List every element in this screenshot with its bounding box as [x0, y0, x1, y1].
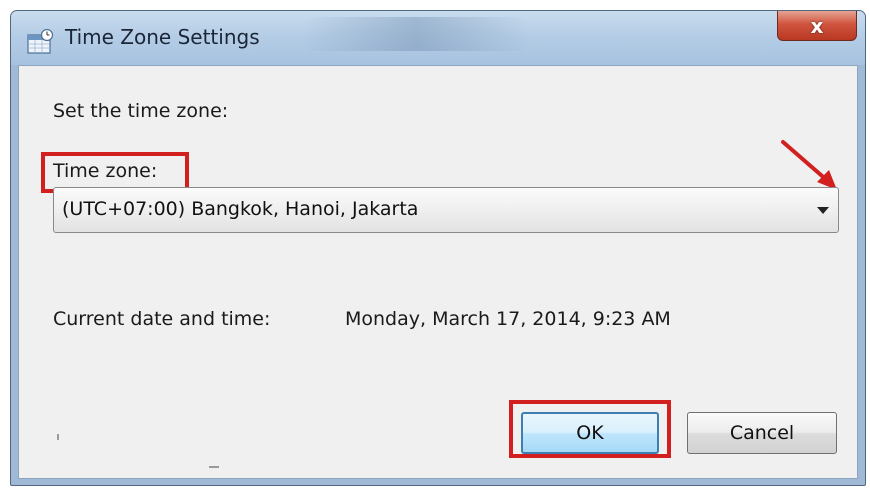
cancel-button-label: Cancel — [729, 422, 795, 444]
time-zone-settings-window: Time Zone Settings x Set the time zone: … — [10, 10, 866, 486]
stray-mark-left — [57, 434, 59, 440]
close-icon: x — [810, 13, 824, 38]
title-bar[interactable]: Time Zone Settings x — [11, 11, 865, 65]
current-date-time-label: Current date and time: — [53, 308, 271, 330]
time-zone-dropdown[interactable]: (UTC+07:00) Bangkok, Hanoi, Jakarta — [53, 187, 839, 233]
set-time-zone-label: Set the time zone: — [53, 100, 229, 122]
time-zone-selected-value: (UTC+07:00) Bangkok, Hanoi, Jakarta — [62, 198, 419, 220]
title-bar-glare — [301, 17, 531, 51]
ok-button-highlight — [509, 400, 671, 458]
cancel-button[interactable]: Cancel — [687, 412, 837, 454]
clock-calendar-icon — [27, 29, 54, 54]
stray-mark-bottom — [209, 466, 219, 468]
close-button[interactable]: x — [777, 11, 857, 41]
dialog-body: Set the time zone: Time zone: (UTC+07:00… — [18, 65, 858, 479]
window-title: Time Zone Settings — [65, 25, 260, 49]
chevron-down-icon[interactable] — [817, 207, 829, 214]
current-date-time-value: Monday, March 17, 2014, 9:23 AM — [345, 308, 671, 330]
